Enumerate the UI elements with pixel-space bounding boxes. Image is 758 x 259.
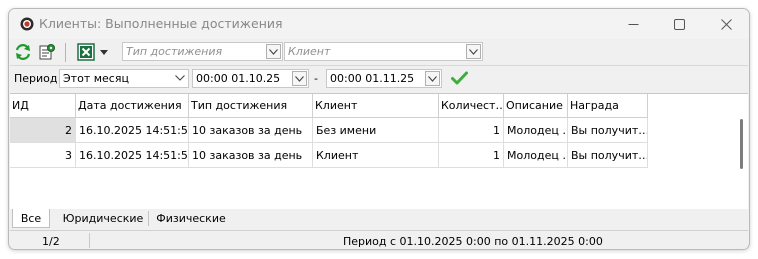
column-header-count[interactable]: Количест…	[439, 94, 504, 118]
column-header-type[interactable]: Тип достижения	[189, 94, 313, 118]
scrollbar-thumb[interactable]	[740, 119, 743, 169]
period-label: Период	[14, 72, 58, 85]
record-counter: 1/2	[42, 235, 60, 248]
dropdown-arrow-icon[interactable]	[100, 50, 108, 55]
period-filter-bar: Период Этот месяц 00:00 01.10.25 - 00:00…	[10, 66, 748, 92]
column-header-id[interactable]: ИД	[10, 94, 76, 118]
window: Клиенты: Выполненные достижения Тип дост…	[8, 8, 750, 250]
column-header-date[interactable]: Дата достижения	[76, 94, 189, 118]
cell-count: 1	[439, 118, 504, 143]
minimize-button[interactable]	[610, 9, 656, 39]
client-type-tabs: Все Юридические Физические	[10, 209, 748, 228]
date-to-picker[interactable]: 00:00 01.11.25	[326, 69, 442, 88]
window-title: Клиенты: Выполненные достижения	[39, 16, 283, 31]
app-icon	[20, 17, 34, 31]
cell-id: 3	[10, 143, 76, 168]
achievement-type-placeholder: Тип достижения	[126, 45, 223, 58]
date-range-dash: -	[314, 72, 318, 85]
title-bar: Клиенты: Выполненные достижения	[9, 9, 749, 39]
chevron-down-icon	[175, 75, 185, 81]
close-icon	[720, 18, 732, 30]
tab-individual[interactable]: Физические	[151, 209, 231, 228]
checkmark-icon[interactable]	[451, 71, 468, 85]
tab-all[interactable]: Все	[12, 209, 50, 228]
tab-separator	[148, 211, 149, 226]
minimize-icon	[628, 23, 638, 25]
maximize-icon	[673, 18, 685, 30]
achievements-table: ИД Дата достижения Тип достижения Клиент…	[10, 93, 748, 209]
client-dropdown-button[interactable]	[466, 44, 481, 59]
date-from-picker[interactable]: 00:00 01.10.25	[192, 69, 309, 88]
status-separator	[89, 233, 90, 248]
cell-description: Молодец …	[504, 118, 568, 143]
chevron-down-icon	[428, 75, 437, 82]
cell-count: 1	[439, 143, 504, 168]
tab-legal[interactable]: Юридические	[60, 209, 146, 228]
date-from-dropdown-button[interactable]	[292, 71, 307, 86]
excel-icon[interactable]	[77, 43, 95, 61]
date-to-dropdown-button[interactable]	[425, 71, 440, 86]
cell-type: 10 заказов за день	[189, 143, 313, 168]
client-combo[interactable]: Клиент	[284, 42, 483, 61]
achievement-type-combo[interactable]: Тип достижения	[122, 42, 283, 61]
chevron-down-icon	[269, 48, 278, 55]
toolbar: Тип достижения Клиент	[10, 40, 748, 66]
column-header-reward[interactable]: Награда	[568, 94, 648, 118]
period-value: Этот месяц	[63, 72, 129, 85]
period-select[interactable]: Этот месяц	[59, 69, 189, 88]
date-to-value: 00:00 01.11.25	[330, 72, 415, 85]
refresh-icon[interactable]	[14, 43, 32, 61]
toolbar-separator	[65, 43, 66, 62]
vertical-scrollbar[interactable]	[737, 94, 748, 209]
column-header-client[interactable]: Клиент	[313, 94, 439, 118]
chevron-down-icon	[295, 75, 304, 82]
cell-description: Молодец …	[504, 143, 568, 168]
cell-client: Клиент	[313, 143, 439, 168]
column-header-description[interactable]: Описание	[504, 94, 568, 118]
cell-reward: Вы получит…	[568, 118, 648, 143]
cell-date: 16.10.2025 14:51:55	[76, 143, 189, 168]
status-bar: 1/2 Период с 01.10.2025 0:00 по 01.11.20…	[10, 230, 748, 249]
achievement-type-dropdown-button[interactable]	[266, 44, 281, 59]
close-button[interactable]	[703, 9, 749, 39]
maximize-button[interactable]	[656, 9, 702, 39]
settings-icon[interactable]	[38, 43, 56, 61]
date-from-value: 00:00 01.10.25	[196, 72, 281, 85]
cell-id: 2	[10, 118, 76, 143]
cell-type: 10 заказов за день	[189, 118, 313, 143]
client-placeholder: Клиент	[288, 45, 331, 58]
chevron-down-icon	[469, 48, 478, 55]
period-status-text: Период с 01.10.2025 0:00 по 01.11.2025 0…	[343, 235, 603, 248]
cell-reward: Вы получит…	[568, 143, 648, 168]
cell-date: 16.10.2025 14:51:55	[76, 118, 189, 143]
cell-client: Без имени	[313, 118, 439, 143]
